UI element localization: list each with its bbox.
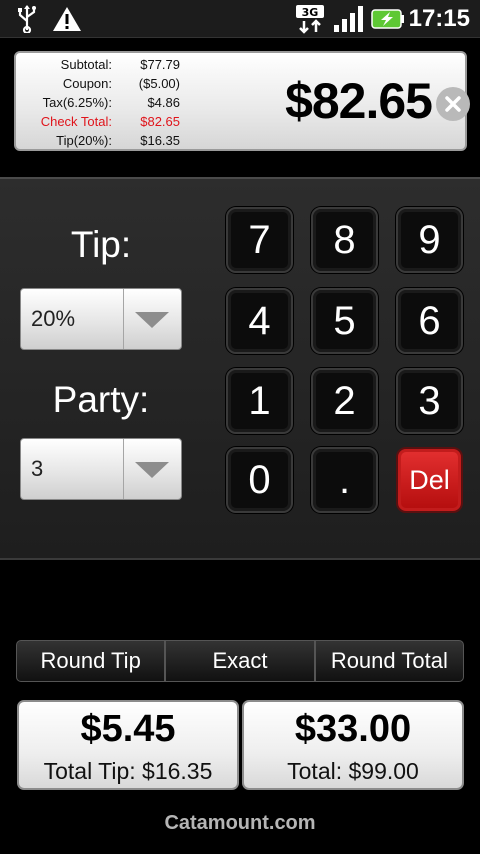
tip-per-person: $5.45 <box>80 708 176 750</box>
grand-total: Total: $99.00 <box>287 758 419 784</box>
amount-display: $82.65 <box>285 73 433 129</box>
key-9[interactable]: 9 <box>396 207 463 273</box>
key-6[interactable]: 6 <box>396 288 463 354</box>
footer-brand: Catamount.com <box>164 812 316 834</box>
tip-percent-value: 20% <box>31 306 76 331</box>
status-bar: 3G 17:15 <box>0 0 480 38</box>
tip-result-card: $5.45 Total Tip: $16.35 <box>17 700 239 790</box>
battery-charging-icon <box>370 4 406 34</box>
rounding-options: Round Tip Exact Round Total <box>16 640 464 682</box>
chevron-down-icon <box>135 462 169 478</box>
check-summary-panel: Subtotal: Coupon: Tax(6.25%): Check Tota… <box>14 51 470 151</box>
party-size-value: 3 <box>31 456 44 481</box>
key-4[interactable]: 4 <box>226 288 293 354</box>
spinner-divider <box>123 439 124 499</box>
tax-label: Tax(6.25%): <box>42 95 112 110</box>
tip-label: Tip: <box>70 224 132 265</box>
key-7[interactable]: 7 <box>226 207 293 273</box>
clear-icon[interactable] <box>436 87 470 121</box>
network-label: 3G <box>302 6 319 19</box>
clock: 17:15 <box>408 5 470 32</box>
check-total-value: $82.65 <box>140 114 180 129</box>
check-total-label: Check Total: <box>40 114 112 129</box>
key-1[interactable]: 1 <box>226 368 293 434</box>
subtotal-value: $77.79 <box>140 57 180 72</box>
subtotal-label: Subtotal: <box>60 57 112 72</box>
key-3[interactable]: 3 <box>396 368 463 434</box>
exact-button[interactable]: Exact <box>165 640 315 682</box>
total-result-card: $33.00 Total: $99.00 <box>242 700 464 790</box>
party-size-spinner[interactable]: 3 <box>20 438 182 500</box>
party-label: Party: <box>52 379 150 420</box>
coupon-label: Coupon: <box>62 76 112 91</box>
key-0[interactable]: 0 <box>226 447 293 513</box>
key-decimal[interactable]: . <box>311 447 378 513</box>
input-panel: Tip: 20% Party: 3 7 8 9 4 5 6 1 2 3 0 . … <box>0 177 480 560</box>
total-per-person: $33.00 <box>294 708 412 750</box>
tax-value: $4.86 <box>147 95 180 110</box>
usb-icon <box>10 4 44 34</box>
round-tip-button[interactable]: Round Tip <box>16 640 166 682</box>
summary-labels: Subtotal: Coupon: Tax(6.25%): Check Tota… <box>22 55 112 150</box>
key-2[interactable]: 2 <box>311 368 378 434</box>
total-tip: Total Tip: $16.35 <box>43 758 213 784</box>
delete-button[interactable]: Del <box>396 447 463 513</box>
signal-icon <box>332 4 366 34</box>
coupon-value: ($5.00) <box>138 76 180 91</box>
round-total-button[interactable]: Round Total <box>314 640 464 682</box>
tip-percent-spinner[interactable]: 20% <box>20 288 182 350</box>
summary-values: $77.79 ($5.00) $4.86 $82.65 $16.35 <box>116 55 180 150</box>
key-8[interactable]: 8 <box>311 207 378 273</box>
tip-label-summary: Tip(20%): <box>56 133 112 148</box>
warning-icon <box>50 4 84 34</box>
chevron-down-icon <box>135 312 169 328</box>
3g-icon: 3G <box>294 4 326 34</box>
spinner-divider <box>123 289 124 349</box>
key-5[interactable]: 5 <box>311 288 378 354</box>
tip-value-summary: $16.35 <box>140 133 180 148</box>
